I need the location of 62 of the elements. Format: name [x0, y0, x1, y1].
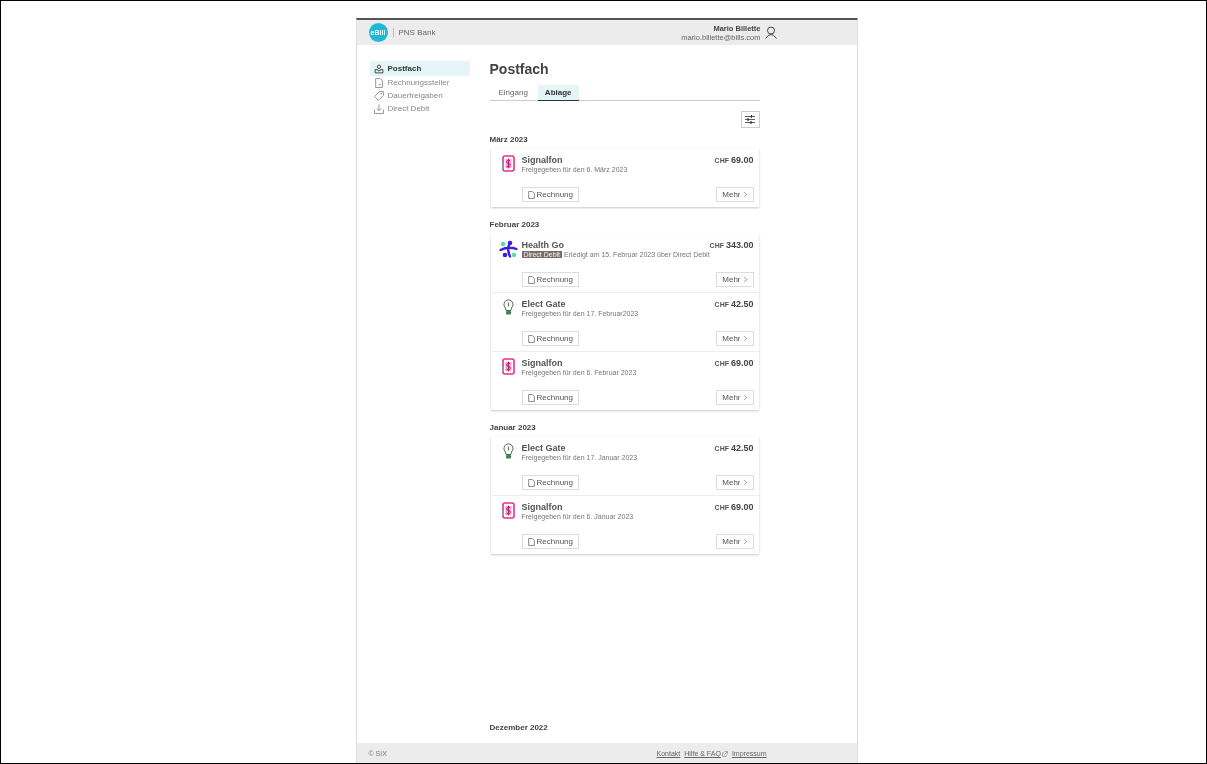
biller-name: Elect Gate — [521, 443, 566, 453]
filter-button[interactable] — [740, 111, 760, 128]
bill-amount: 69.00 — [730, 155, 754, 165]
more-button[interactable]: Mehr — [716, 475, 754, 490]
biller-name: Signalfon — [521, 502, 563, 512]
phone-logo-icon — [502, 358, 515, 375]
biller-name: Elect Gate — [521, 299, 566, 309]
more-button[interactable]: Mehr — [716, 331, 754, 346]
bill-amount: 42.50 — [730, 299, 754, 309]
document-icon — [527, 190, 535, 199]
invoice-button[interactable]: Rechnung — [521, 272, 579, 287]
biller-name: Signalfon — [521, 155, 563, 165]
invoice-button[interactable]: Rechnung — [521, 390, 579, 405]
phone-logo-icon — [502, 502, 515, 519]
more-button[interactable]: Mehr — [716, 390, 754, 405]
download-icon — [373, 103, 384, 114]
more-button[interactable]: Mehr — [716, 534, 754, 549]
document-icon — [527, 537, 535, 546]
phone-logo-icon — [502, 155, 515, 172]
invoice-button[interactable]: Rechnung — [521, 187, 579, 202]
sidebar-item[interactable]: Direct Debit — [369, 102, 470, 115]
month-heading: Dezember 2022 — [489, 723, 549, 732]
people-logo-icon — [499, 240, 518, 259]
chevron-icon — [742, 276, 748, 283]
month-heading: März 2023 — [489, 135, 529, 144]
month-heading: Januar 2023 — [489, 423, 537, 432]
chevron-icon — [742, 335, 748, 342]
sidebar-item[interactable]: Dauerfreigaben — [369, 89, 470, 102]
bulb-logo-icon — [503, 443, 514, 459]
tab[interactable]: Eingang — [491, 85, 535, 101]
bill-amount: 69.00 — [730, 502, 754, 512]
inbox-icon — [373, 63, 384, 74]
sidebar-item[interactable]: Postfach — [369, 61, 470, 76]
invoice-button[interactable]: Rechnung — [521, 534, 579, 549]
document-icon — [527, 275, 535, 284]
invoice-button[interactable]: Rechnung — [521, 331, 579, 346]
bill-amount: 42.50 — [730, 443, 754, 453]
page-title: Postfach — [489, 61, 550, 78]
tag-icon — [373, 90, 384, 101]
tab[interactable]: Ablage — [537, 85, 579, 101]
invoice-button[interactable]: Rechnung — [521, 475, 579, 490]
user-icon[interactable] — [764, 26, 777, 39]
document-icon — [373, 77, 384, 88]
sidebar-item[interactable]: Rechnungssteller — [369, 76, 470, 89]
chevron-icon — [742, 479, 748, 486]
document-icon — [527, 478, 535, 487]
bank-name: PNS Bank — [392, 28, 436, 37]
more-button[interactable]: Mehr — [716, 187, 754, 202]
biller-name: Health Go — [521, 240, 564, 250]
bill-amount: 69.00 — [730, 358, 754, 368]
bill-amount: 343.00 — [725, 240, 754, 250]
sliders-icon — [745, 115, 755, 124]
chevron-icon — [742, 538, 748, 545]
document-icon — [527, 334, 535, 343]
bulb-logo-icon — [503, 299, 514, 315]
month-heading: Februar 2023 — [489, 220, 541, 229]
document-icon — [527, 393, 535, 402]
biller-name: Signalfon — [521, 358, 563, 368]
chevron-icon — [742, 394, 748, 401]
external-link-icon — [721, 750, 728, 757]
chevron-icon — [742, 191, 748, 198]
more-button[interactable]: Mehr — [716, 272, 754, 287]
